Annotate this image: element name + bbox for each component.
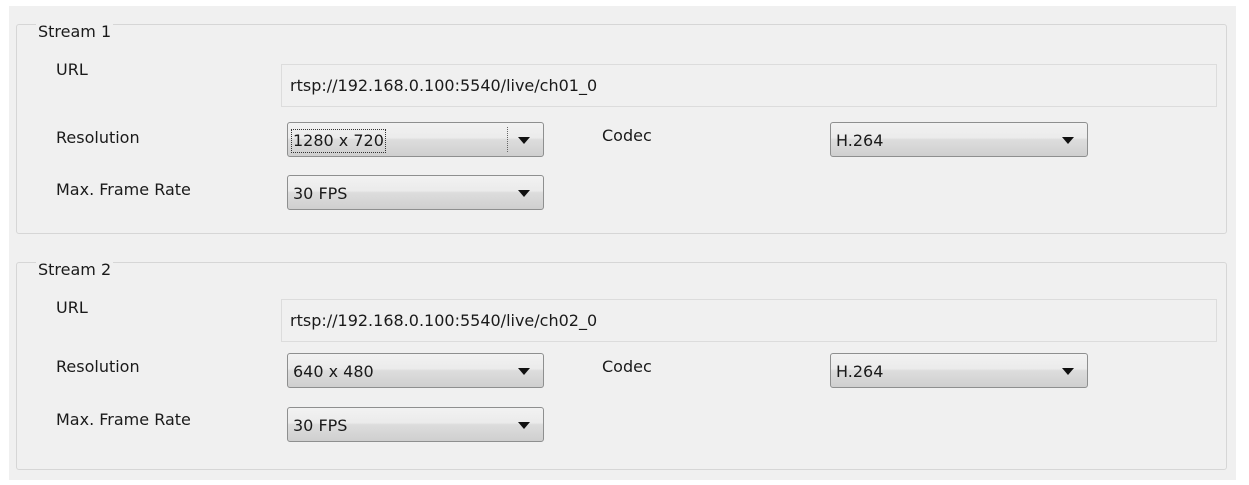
stream1-framerate-select[interactable]: 30 FPS — [287, 175, 544, 210]
chevron-down-icon — [1062, 368, 1074, 375]
stream2-resolution-select[interactable]: 640 x 480 — [287, 353, 544, 388]
stream1-resolution-label: Resolution — [56, 128, 140, 147]
stream1-title: Stream 1 — [36, 22, 114, 42]
stream2-codec-label: Codec — [602, 357, 652, 376]
stream1-resolution-separator — [507, 127, 509, 152]
stream1-resolution-value: 1280 x 720 — [291, 128, 386, 153]
stream2-codec-value: H.264 — [836, 361, 884, 381]
stream1-framerate-label: Max. Frame Rate — [56, 180, 191, 199]
chevron-down-icon — [518, 422, 530, 429]
stream1-resolution-select[interactable]: 1280 x 720 — [287, 122, 544, 157]
stream2-url-field[interactable]: rtsp://192.168.0.100:5540/live/ch02_0 — [281, 299, 1217, 342]
stream1-codec-label: Codec — [602, 126, 652, 145]
stream1-url-label: URL — [56, 60, 88, 79]
chevron-down-icon — [1062, 137, 1074, 144]
stream1-url-field[interactable]: rtsp://192.168.0.100:5540/live/ch01_0 — [281, 64, 1217, 107]
stream2-resolution-value: 640 x 480 — [293, 361, 374, 381]
chevron-down-icon — [518, 368, 530, 375]
stream2-framerate-value: 30 FPS — [293, 415, 348, 435]
chevron-down-icon — [518, 137, 530, 144]
stream1-codec-select[interactable]: H.264 — [830, 122, 1088, 157]
stream2-framerate-select[interactable]: 30 FPS — [287, 407, 544, 442]
stream2-framerate-label: Max. Frame Rate — [56, 410, 191, 429]
stream2-resolution-label: Resolution — [56, 357, 140, 376]
stream1-framerate-value: 30 FPS — [293, 183, 348, 203]
stream2-url-label: URL — [56, 298, 88, 317]
stream2-codec-select[interactable]: H.264 — [830, 353, 1088, 388]
stream2-title: Stream 2 — [36, 260, 114, 280]
stream1-codec-value: H.264 — [836, 130, 884, 150]
chevron-down-icon — [518, 190, 530, 197]
